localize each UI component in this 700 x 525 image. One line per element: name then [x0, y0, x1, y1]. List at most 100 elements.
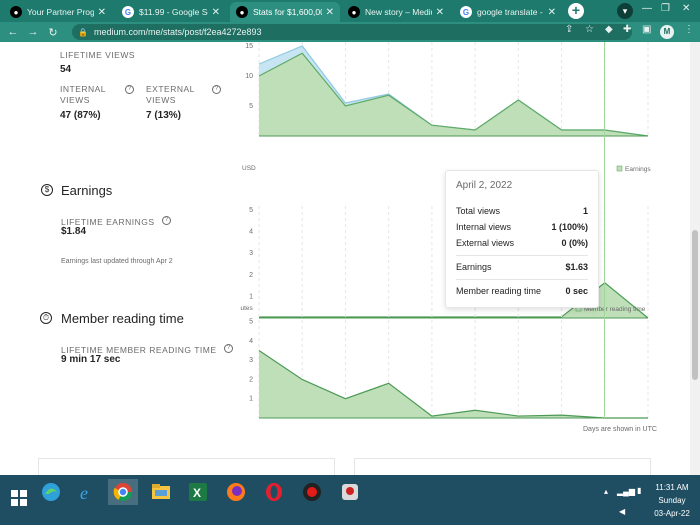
tab-label: New story – Medium	[365, 7, 432, 17]
file-explorer-icon[interactable]	[146, 479, 176, 505]
help-icon[interactable]: ?	[212, 85, 221, 94]
sidepanel-icon[interactable]: ▣	[642, 24, 651, 35]
y-tick-label: 5	[249, 103, 253, 110]
puzzle-icon[interactable]: ✚	[623, 24, 631, 35]
y-tick-label: 15	[245, 43, 253, 50]
windows-start-icon[interactable]	[4, 485, 34, 511]
lock-icon: 🔒	[78, 27, 88, 37]
help-icon[interactable]: ?	[125, 85, 134, 94]
edge-icon[interactable]	[36, 479, 66, 505]
earnings-unit-label: USD	[242, 165, 256, 172]
tooltip-label: Internal views	[456, 222, 512, 232]
star-icon[interactable]: ☆	[585, 24, 594, 35]
views-chart: 5 10 15	[245, 42, 649, 137]
legend-earnings: Earnings	[625, 166, 651, 173]
chart-tooltip: April 2, 2022 Total views 1 Internal vie…	[445, 170, 599, 308]
window-close-icon[interactable]: ✕	[682, 3, 690, 14]
clock-day: Sunday	[658, 496, 686, 505]
back-icon[interactable]: ←	[3, 26, 23, 38]
tooltip-row-total-views: Total views 1	[456, 203, 588, 219]
scrollbar[interactable]	[690, 42, 700, 475]
dollar-icon: $	[41, 184, 53, 196]
tooltip-divider	[456, 255, 588, 256]
clock-date: 03-Apr-22	[654, 509, 690, 518]
svg-text:X: X	[193, 486, 201, 500]
tooltip-label: External views	[456, 238, 515, 248]
app-icon[interactable]	[335, 479, 365, 505]
y-tick-label: 2	[249, 376, 253, 383]
close-icon[interactable]: ✕	[326, 7, 334, 18]
tab-new-story[interactable]: ● New story – Medium ✕	[342, 2, 450, 22]
close-icon[interactable]: ✕	[212, 7, 220, 18]
series-area	[259, 350, 648, 418]
close-icon[interactable]: ✕	[436, 7, 444, 18]
tooltip-date: April 2, 2022	[456, 180, 513, 191]
internet-explorer-icon[interactable]: e	[72, 479, 102, 505]
recorder-icon[interactable]	[297, 479, 327, 505]
tab-partner-program[interactable]: ● Your Partner Program ✕	[4, 2, 112, 22]
extension-icon[interactable]: ◆	[605, 24, 613, 35]
earnings-title: Earnings	[61, 183, 113, 198]
external-views-label-2: VIEWS	[146, 95, 176, 105]
tab-search-icon[interactable]: ▾	[617, 3, 633, 19]
avatar[interactable]: M	[660, 25, 674, 39]
tooltip-row-internal-views: Internal views 1 (100%)	[456, 219, 588, 235]
reload-icon[interactable]: ↻	[43, 26, 63, 39]
internal-views-block: INTERNAL VIEWS 47 (87%)	[60, 84, 106, 121]
new-tab-button[interactable]: +	[568, 3, 584, 19]
stats-card-left	[38, 458, 335, 475]
tab-label: google translate - Goo	[477, 7, 544, 17]
restore-icon[interactable]: ❐	[661, 3, 670, 14]
medium-icon: ●	[236, 6, 248, 18]
tooltip-divider	[456, 279, 588, 280]
tooltip-label: Earnings	[456, 262, 492, 272]
reading-unit-label: Minutes	[240, 305, 254, 312]
menu-icon[interactable]: ⋮	[684, 24, 694, 35]
reading-time-title: Member reading time	[61, 311, 184, 326]
y-tick-label: 3	[249, 357, 253, 364]
tab-label: Your Partner Program	[27, 7, 94, 17]
share-icon[interactable]: ⇪	[565, 24, 573, 35]
lifetime-reading-value: 9 min 17 sec	[61, 354, 121, 365]
scrollbar-thumb[interactable]	[692, 230, 698, 380]
legend-swatch	[616, 165, 623, 172]
tab-google-translate[interactable]: G google translate - Goo ✕	[454, 2, 562, 22]
clock-time[interactable]: 11:31 AM	[650, 483, 694, 492]
close-icon[interactable]: ✕	[548, 7, 556, 18]
y-tick-label: 1	[249, 396, 253, 403]
tab-stats[interactable]: ● Stats for $1,600,000,0 ✕	[230, 2, 340, 22]
y-tick-label: 4	[249, 338, 253, 345]
url-field[interactable]: 🔒 medium.com/me/stats/post/f2ea4272e893	[72, 24, 632, 40]
utc-footnote: Days are shown in UTC	[583, 426, 657, 433]
tooltip-row-external-views: External views 0 (0%)	[456, 235, 588, 251]
windows-taskbar: e X ▴ ▂▄▆ ▮ ◀ 11:31 AM Sunday 03-Apr-22	[0, 475, 700, 525]
tab-google-search[interactable]: G $11.99 - Google Searc ✕	[116, 2, 226, 22]
medium-icon: ●	[10, 6, 22, 18]
tooltip-row-earnings: Earnings $1.63	[456, 259, 588, 275]
opera-icon[interactable]	[259, 479, 289, 505]
tab-label: $11.99 - Google Searc	[139, 7, 208, 17]
internal-views-label-1: INTERNAL	[60, 84, 107, 94]
excel-icon[interactable]: X	[183, 479, 213, 505]
y-tick-label: 3	[249, 250, 253, 257]
tooltip-value: 0 (0%)	[561, 238, 588, 248]
chrome-icon[interactable]	[108, 479, 138, 505]
firefox-icon[interactable]	[221, 479, 251, 505]
volume-icon[interactable]: ◀	[619, 507, 625, 516]
tray-chevron-icon[interactable]: ▴	[604, 487, 608, 496]
internal-views-value: 47 (87%)	[60, 110, 101, 121]
help-icon[interactable]: ?	[223, 344, 233, 354]
external-views-block: EXTERNAL VIEWS 7 (13%)	[146, 84, 195, 121]
lifetime-views-label: LIFETIME VIEWS	[60, 50, 136, 60]
clock-icon: ⏱	[40, 312, 52, 324]
close-icon[interactable]: ✕	[98, 7, 106, 18]
network-icon[interactable]: ▂▄▆	[617, 487, 635, 496]
url-text: medium.com/me/stats/post/f2ea4272e893	[93, 27, 262, 37]
battery-icon[interactable]: ▮	[637, 486, 641, 495]
help-icon[interactable]: ?	[161, 216, 171, 226]
y-tick-label: 10	[245, 73, 253, 80]
stats-page: LIFETIME VIEWS 5 4 INTERNAL VIEWS 47 (87%…	[0, 42, 700, 475]
forward-icon[interactable]: →	[23, 26, 43, 38]
minimize-icon[interactable]: —	[642, 3, 652, 14]
google-icon: G	[460, 6, 472, 18]
